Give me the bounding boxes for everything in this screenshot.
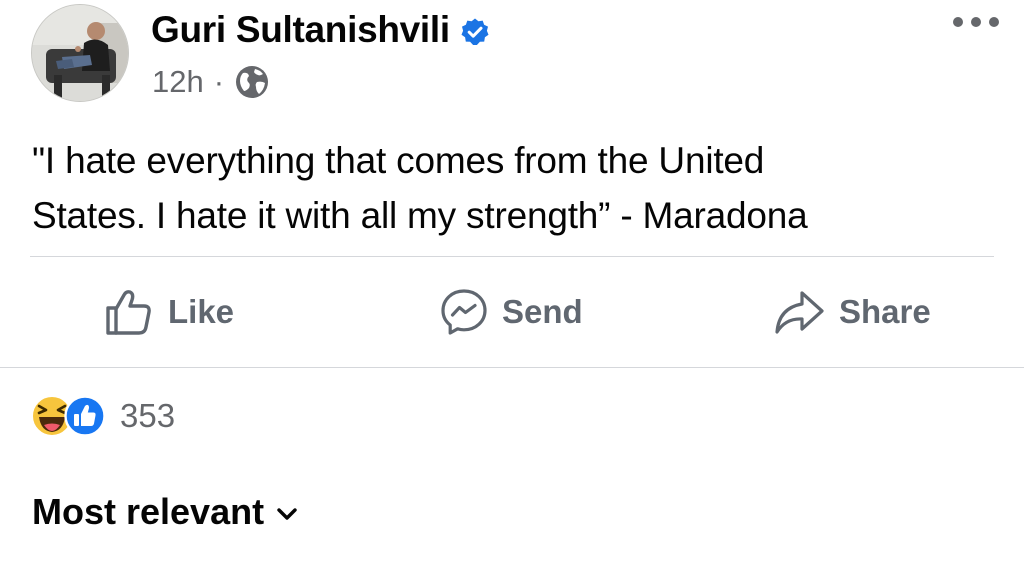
avatar-photo bbox=[32, 5, 128, 101]
author-name[interactable]: Guri Sultanishvili bbox=[151, 10, 450, 50]
share-label: Share bbox=[839, 293, 931, 330]
like-button[interactable]: Like bbox=[104, 284, 234, 340]
post-time[interactable]: 12h bbox=[152, 64, 204, 100]
post-header: Guri Sultanishvili 12h · bbox=[0, 0, 1024, 110]
more-options-icon[interactable] bbox=[951, 10, 1001, 34]
sort-label: Most relevant bbox=[32, 491, 265, 532]
author-name-row: Guri Sultanishvili bbox=[151, 10, 490, 50]
meta-separator: · bbox=[213, 64, 225, 99]
share-button[interactable]: Share bbox=[773, 284, 931, 340]
post-meta: 12h · bbox=[152, 64, 270, 100]
verified-badge-icon bbox=[461, 18, 489, 45]
messenger-icon bbox=[441, 289, 487, 335]
like-label: Like bbox=[168, 293, 235, 330]
share-arrow-icon bbox=[775, 291, 824, 334]
thumbs-up-icon bbox=[106, 290, 151, 335]
post-text-line: States. I hate it with all my strength” … bbox=[32, 195, 808, 236]
author-avatar[interactable] bbox=[31, 4, 129, 102]
comment-sort-dropdown[interactable]: Most relevant bbox=[32, 490, 300, 534]
reaction-icons bbox=[30, 394, 110, 438]
divider bbox=[30, 256, 994, 257]
post-text-line: "I hate everything that comes from the U… bbox=[32, 140, 765, 181]
globe-icon[interactable] bbox=[234, 64, 270, 100]
divider bbox=[0, 367, 1024, 368]
reactions-summary[interactable]: 353 bbox=[30, 394, 175, 438]
reaction-count: 353 bbox=[120, 397, 176, 434]
send-label: Send bbox=[502, 293, 583, 330]
chevron-down-icon bbox=[277, 508, 297, 520]
send-button[interactable]: Send bbox=[440, 284, 583, 340]
post-text: "I hate everything that comes from the U… bbox=[32, 133, 992, 243]
like-reaction-icon bbox=[64, 395, 106, 437]
